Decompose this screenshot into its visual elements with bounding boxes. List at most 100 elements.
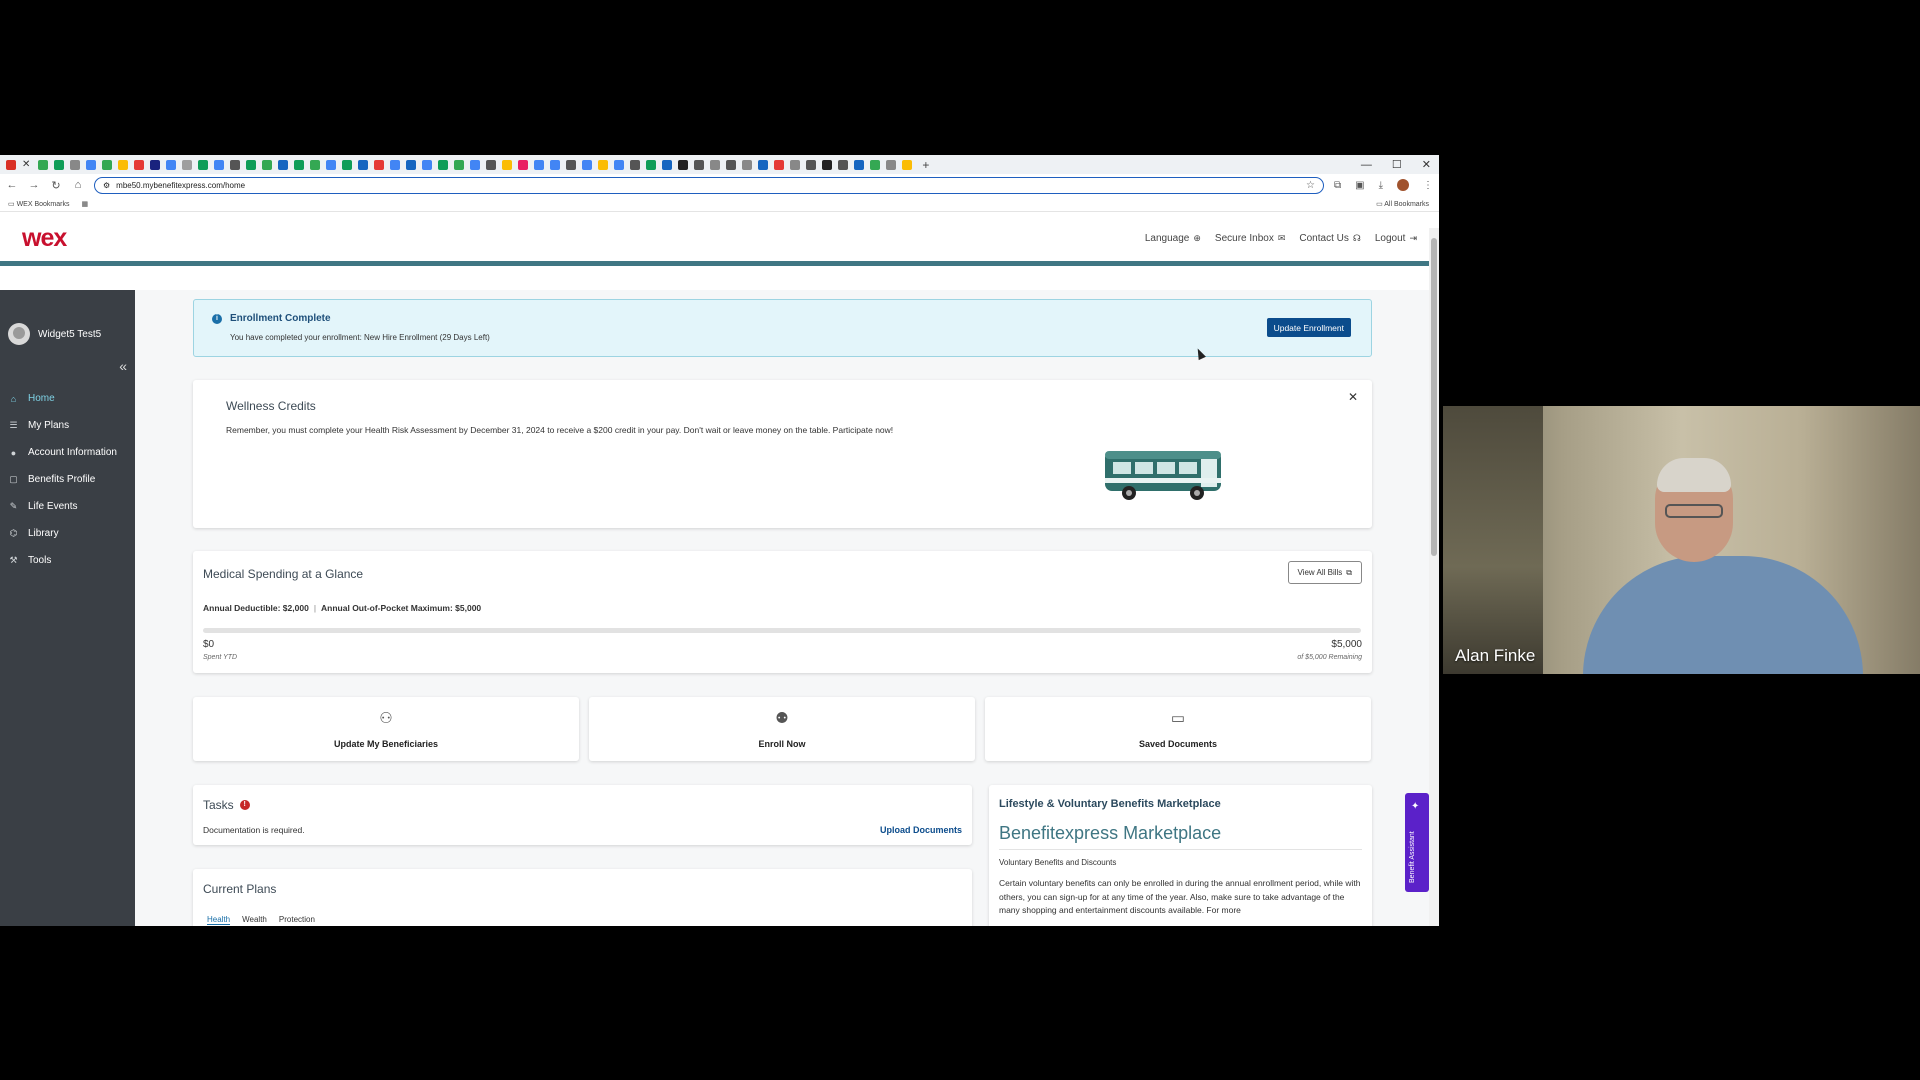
tab-icon[interactable] [54, 159, 65, 170]
sidebar-item-life-events[interactable]: ✎ Life Events [0, 493, 135, 520]
tab-icon[interactable] [870, 159, 881, 170]
close-icon[interactable]: ✕ [1348, 390, 1358, 404]
update-enrollment-button[interactable]: Update Enrollment [1266, 318, 1351, 337]
new-tab-icon[interactable]: + [922, 158, 929, 172]
sidebar-item-benefits-profile[interactable]: ▢ Benefits Profile [0, 466, 135, 493]
tab-icon[interactable] [38, 159, 49, 170]
extensions-icon[interactable]: ⧉ [1334, 180, 1341, 191]
tab-icon[interactable] [470, 159, 481, 170]
page-scrollbar[interactable] [1429, 228, 1439, 926]
tab-icon[interactable] [614, 159, 625, 170]
upload-documents-link[interactable]: Upload Documents [880, 825, 962, 835]
tab-icon[interactable] [358, 159, 369, 170]
tab-icon[interactable] [278, 159, 289, 170]
tab-icon[interactable] [566, 159, 577, 170]
tab-icon[interactable] [134, 159, 145, 170]
tab-protection[interactable]: Protection [279, 915, 315, 925]
tab-icon[interactable] [774, 159, 785, 170]
tab-wealth[interactable]: Wealth [242, 915, 267, 925]
tab-icon[interactable] [822, 159, 833, 170]
language-link[interactable]: Language ⊕ [1145, 233, 1201, 244]
sidebar-item-library[interactable]: ⌬ Library [0, 520, 135, 547]
tab-icon[interactable] [326, 159, 337, 170]
tab-icon[interactable] [182, 159, 193, 170]
contact-us-link[interactable]: Contact Us ☊ [1299, 233, 1360, 244]
sidebar-item-tools[interactable]: ⚒ Tools [0, 547, 135, 574]
tab-icon[interactable] [454, 159, 465, 170]
tab-icon[interactable] [518, 159, 529, 170]
tab-icon[interactable] [486, 159, 497, 170]
home-browser-icon[interactable]: ⌂ [72, 179, 84, 191]
tab-icon[interactable] [70, 159, 81, 170]
tab-icon[interactable] [198, 159, 209, 170]
tab-icon[interactable] [806, 159, 817, 170]
tab-icon[interactable] [294, 159, 305, 170]
minimize-icon[interactable]: — [1361, 159, 1372, 171]
tab-icon[interactable] [230, 159, 241, 170]
tab-icon[interactable] [310, 159, 321, 170]
tab-icon[interactable] [726, 159, 737, 170]
tab-icon[interactable] [886, 159, 897, 170]
sidebar-item-home[interactable]: ⌂ Home [0, 385, 135, 412]
apps-grid-icon[interactable]: ▦ [81, 200, 88, 208]
tab-icon[interactable] [854, 159, 865, 170]
enroll-now-tile[interactable]: ⚉ Enroll Now [589, 697, 975, 761]
tab-icon[interactable] [742, 159, 753, 170]
wex-logo[interactable]: wex [22, 224, 67, 253]
tab-icon[interactable] [646, 159, 657, 170]
all-bookmarks[interactable]: ▭ All Bookmarks [1376, 200, 1429, 208]
sidebar-item-account-information[interactable]: ● Account Information [0, 439, 135, 466]
tab-health[interactable]: Health [207, 915, 231, 925]
tab-icon[interactable] [838, 159, 849, 170]
tab-icon[interactable] [534, 159, 545, 170]
collapse-sidebar-icon[interactable]: « [119, 358, 127, 374]
tab-icon[interactable] [342, 159, 353, 170]
tab-icon[interactable] [662, 159, 673, 170]
tab-icon[interactable] [86, 159, 97, 170]
close-tab-icon[interactable]: ✕ [22, 159, 30, 170]
tab-icon[interactable] [150, 159, 161, 170]
bookmark-star-icon[interactable]: ☆ [1306, 180, 1315, 191]
gmail-tab-icon[interactable] [6, 159, 16, 170]
tab-icon[interactable] [678, 159, 689, 170]
secure-inbox-link[interactable]: Secure Inbox ✉ [1215, 233, 1285, 244]
tab-icon[interactable] [166, 159, 177, 170]
sidepanel-icon[interactable]: ▣ [1355, 180, 1364, 191]
tab-icon[interactable] [390, 159, 401, 170]
tab-icon[interactable] [502, 159, 513, 170]
tab-icon[interactable] [550, 159, 561, 170]
saved-documents-tile[interactable]: ▭ Saved Documents [985, 697, 1371, 761]
sidebar-item-my-plans[interactable]: ☰ My Plans [0, 412, 135, 439]
tab-icon[interactable] [790, 159, 801, 170]
back-icon[interactable]: ← [6, 179, 18, 191]
tab-icon[interactable] [902, 159, 913, 170]
tab-icon[interactable] [582, 159, 593, 170]
tab-icon[interactable] [422, 159, 433, 170]
maximize-icon[interactable]: ☐ [1392, 158, 1402, 171]
tab-icon[interactable] [406, 159, 417, 170]
tab-icon[interactable] [374, 159, 385, 170]
close-window-icon[interactable]: ✕ [1422, 158, 1431, 171]
tab-icon[interactable] [214, 159, 225, 170]
benefit-assistant-button[interactable]: ✦ Benefit Assistant [1405, 793, 1429, 892]
address-bar[interactable]: ⚙ mbe50.mybenefitexpress.com/home ☆ [94, 176, 1324, 194]
menu-kebab-icon[interactable]: ⋮ [1423, 180, 1433, 191]
forward-icon[interactable]: → [28, 179, 40, 191]
tab-icon[interactable] [630, 159, 641, 170]
tab-icon[interactable] [262, 159, 273, 170]
profile-avatar-icon[interactable] [1397, 179, 1409, 191]
tab-icon[interactable] [102, 159, 113, 170]
tab-icon[interactable] [598, 159, 609, 170]
view-all-bills-button[interactable]: View All Bills ⧉ [1287, 561, 1362, 584]
site-info-icon[interactable]: ⚙ [103, 181, 110, 190]
download-icon[interactable]: ⤓ [1379, 180, 1383, 191]
reload-icon[interactable]: ↻ [50, 179, 62, 192]
tab-icon[interactable] [710, 159, 721, 170]
tab-icon[interactable] [438, 159, 449, 170]
bookmark-wex[interactable]: ▭ WEX Bookmarks [8, 200, 69, 208]
update-beneficiaries-tile[interactable]: ⚇ Update My Beneficiaries [193, 697, 579, 761]
user-profile[interactable]: Widget5 Test5 [0, 290, 135, 345]
logout-link[interactable]: Logout ⇥ [1375, 233, 1417, 244]
tab-icon[interactable] [694, 159, 705, 170]
tab-icon[interactable] [758, 159, 769, 170]
